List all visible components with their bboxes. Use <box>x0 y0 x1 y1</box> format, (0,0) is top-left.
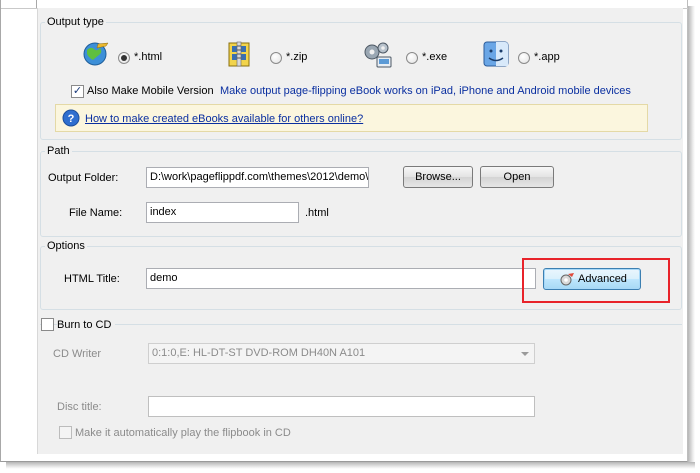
disc-title-label: Disc title: <box>57 401 102 413</box>
gears-exe-icon <box>364 42 392 68</box>
radio-html-label: *.html <box>134 51 163 63</box>
dialog-frame: Output type *.html *.zip *.exe *.app ✓ A… <box>0 0 688 462</box>
cd-writer-label: CD Writer <box>53 348 102 360</box>
info-bar: ? How to make created eBooks available f… <box>55 104 648 132</box>
autoplay-label: Make it automatically play the flipbook … <box>75 427 291 439</box>
cd-writer-select[interactable]: 0:1:0,E: HL-DT-ST DVD-ROM DH40N A101 <box>148 343 535 364</box>
mobile-note: Make output page-flipping eBook works on… <box>220 85 631 97</box>
disc-title-input[interactable] <box>148 396 535 417</box>
file-extension: .html <box>305 207 329 219</box>
html-title-input[interactable]: demo <box>146 268 536 289</box>
html-title-label: HTML Title: <box>64 273 120 285</box>
help-icon: ? <box>62 109 80 127</box>
frame-shadow-right <box>688 6 695 467</box>
burn-to-cd-label: Burn to CD <box>57 319 116 331</box>
advanced-icon <box>560 273 574 286</box>
browse-button[interactable]: Browse... <box>403 166 473 188</box>
tab-edge <box>9 0 37 8</box>
radio-zip-label: *.zip <box>286 51 308 63</box>
radio-html[interactable] <box>118 52 130 64</box>
burn-to-cd-checkbox[interactable] <box>41 318 54 331</box>
advanced-label: Advanced <box>578 273 627 285</box>
mobile-version-checkbox[interactable]: ✓ <box>71 85 84 98</box>
path-legend: Path <box>47 145 70 157</box>
path-group: Path <box>40 145 682 237</box>
chevron-down-icon <box>521 352 529 356</box>
frame-shadow-bottom <box>6 462 695 469</box>
radio-app[interactable] <box>518 52 530 64</box>
file-name-label: File Name: <box>69 207 123 219</box>
advanced-button[interactable]: Advanced <box>543 268 641 290</box>
output-settings-panel: Output type *.html *.zip *.exe *.app ✓ A… <box>37 8 683 454</box>
radio-zip[interactable] <box>270 52 282 64</box>
open-button[interactable]: Open <box>480 166 554 188</box>
output-folder-input[interactable]: D:\work\pageflippdf.com\themes\2012\demo… <box>146 167 369 188</box>
output-folder-label: Output Folder: <box>48 172 119 184</box>
cd-writer-value: 0:1:0,E: HL-DT-ST DVD-ROM DH40N A101 <box>152 347 366 359</box>
options-legend: Options <box>47 240 85 252</box>
burn-divider <box>40 324 682 325</box>
mac-finder-icon <box>483 41 509 67</box>
output-type-legend: Output type <box>47 16 104 28</box>
svg-text:?: ? <box>68 113 75 125</box>
radio-exe-label: *.exe <box>422 51 448 63</box>
zip-archive-icon <box>228 41 250 67</box>
autoplay-checkbox[interactable] <box>59 426 72 439</box>
file-name-input[interactable]: index <box>146 202 299 223</box>
radio-app-label: *.app <box>534 51 560 63</box>
help-link[interactable]: How to make created eBooks available for… <box>85 113 363 125</box>
radio-exe[interactable] <box>406 52 418 64</box>
mobile-version-label: Also Make Mobile Version <box>87 85 214 97</box>
globe-pen-icon <box>83 42 109 66</box>
